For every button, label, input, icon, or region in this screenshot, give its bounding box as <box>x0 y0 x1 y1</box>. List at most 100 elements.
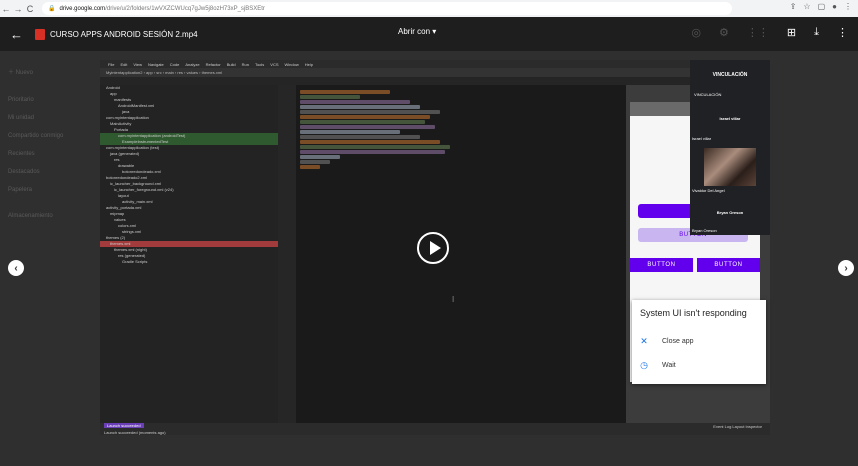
ghost-new-button: ＋ Nuevo <box>8 70 34 76</box>
ghost-item: Recientes <box>8 151 35 157</box>
code-line <box>300 145 450 149</box>
settings-icon: ⚙ <box>719 27 729 39</box>
close-icon: ✕ <box>640 336 648 346</box>
project-tree-item[interactable]: Gradle Scripts <box>100 259 278 265</box>
ghost-item: Compartido conmigo <box>8 133 64 139</box>
ide-editor-tabs <box>100 77 770 85</box>
profile-icon[interactable]: ● <box>832 2 837 11</box>
next-file-arrow[interactable]: › <box>838 260 854 276</box>
ide-menu-item: Run <box>241 61 249 67</box>
browser-actions: ⇪ ☆ ▢ ● ⋮ <box>790 2 852 11</box>
ide-menu-item: Code <box>169 61 180 67</box>
close-app-label: Close app <box>662 338 694 345</box>
ide-menu-item: Edit <box>120 61 128 67</box>
ide-menu-item: View <box>133 61 142 67</box>
lock-icon: 🔒 <box>48 6 56 12</box>
viewer-header: ← CURSO APPS ANDROID SESIÓN 2.mp4 Abrir … <box>0 17 858 51</box>
viewer-actions: ◎ ⚙ ⋮⋮ ⊞ ⤓ ⋮ <box>691 26 848 39</box>
close-app-option[interactable]: ✕ Close app <box>640 336 694 347</box>
participant-name: Israel villar <box>719 116 741 121</box>
dialog-title: System UI isn't responding <box>640 308 747 318</box>
code-line <box>300 95 360 99</box>
code-line <box>300 165 320 169</box>
ghost-new-label: Nuevo <box>15 70 34 76</box>
project-tree: Android app manifests AndroidManifest.xml ja… <box>100 85 278 425</box>
file-name: CURSO APPS ANDROID SESIÓN 2.mp4 <box>50 29 198 39</box>
code-editor <box>296 85 626 425</box>
launch-toast: Launch succeeded <box>104 423 144 428</box>
emulator-button-row: BUTTON BUTTON <box>630 258 760 272</box>
participant-label: Israel villar <box>692 136 712 141</box>
meet-title: VINCULACIÓN <box>712 72 748 78</box>
clock-icon: ◷ <box>640 360 648 370</box>
code-line <box>300 105 420 109</box>
ide-menu-item: Tools <box>254 61 265 67</box>
ghost-item: Prioritario <box>8 97 34 103</box>
code-line <box>300 125 435 129</box>
ide-menu-item: VCS <box>270 61 279 67</box>
reload-icon[interactable]: C <box>24 4 36 14</box>
status-message: Launch succeeded (moments ago) <box>104 430 166 435</box>
status-right: Event Log Layout Inspector <box>713 424 762 429</box>
url-host: drive.google.com <box>59 5 106 12</box>
ghost-item: Mi unidad <box>8 115 35 121</box>
wait-option[interactable]: ◷ Wait <box>640 360 676 371</box>
browser-toolbar: ← → C 🔒 drive.google.com /drive/u/2/fold… <box>0 0 858 17</box>
play-button[interactable] <box>417 232 449 264</box>
code-line <box>300 130 400 134</box>
code-line <box>300 100 410 104</box>
ide-menu-bar: File Edit View Navigate Code Analyze Ref… <box>100 60 770 68</box>
code-line <box>300 115 430 119</box>
address-bar[interactable]: 🔒 drive.google.com /drive/u/2/folders/1w… <box>42 2 732 15</box>
menu-icon[interactable]: ⋮ <box>844 2 852 11</box>
ide-menu-item: Navigate <box>147 61 164 67</box>
text-cursor-icon: I <box>452 295 455 304</box>
star-icon[interactable]: ☆ <box>803 2 810 11</box>
meet-header-label: VINCULACIÓN <box>694 92 722 97</box>
editor-gutter <box>278 85 296 425</box>
code-line <box>300 120 425 124</box>
participant-label: Bryan Oreson <box>692 228 717 233</box>
wait-label: Wait <box>662 362 676 369</box>
ghost-item: Destacados <box>8 169 40 175</box>
more-icon[interactable]: ⋮ <box>837 26 848 39</box>
participant-video <box>704 148 756 186</box>
forward-icon[interactable]: → <box>12 4 24 14</box>
ide-status-bar: Launch succeeded Launch succeeded (momen… <box>100 423 770 435</box>
code-line <box>300 160 330 164</box>
ghost-item: Almacenamiento <box>8 213 53 219</box>
emulator-button-3: BUTTON <box>630 258 693 272</box>
previous-file-arrow[interactable]: ‹ <box>8 260 24 276</box>
ide-menu-item: File <box>108 61 115 67</box>
code-line <box>300 140 440 144</box>
ide-menu-item: Analyze <box>185 61 200 67</box>
system-ui-anr-dialog: System UI isn't responding ✕ Close app ◷… <box>632 300 766 384</box>
back-icon[interactable]: ← <box>0 4 12 14</box>
ide-breadcrumb: Myintentapplication2 › app › src › main … <box>100 68 770 77</box>
ide-menu-item: Build <box>226 61 236 67</box>
ghost-item: Papelera <box>8 187 33 193</box>
code-line <box>300 155 340 159</box>
emulator-button-4: BUTTON <box>697 258 760 272</box>
ide-menu-item: Refactor <box>205 61 221 67</box>
add-to-drive-icon[interactable]: ⊞ <box>787 26 796 39</box>
url-path: /drive/u/2/folders/1wVXZCWUcq7gJw5j8ozH7… <box>105 5 265 12</box>
share-icon[interactable]: ⇪ <box>790 2 797 11</box>
apps-icon: ⋮⋮ <box>746 27 769 39</box>
participant-label: Vivaldor Del Angel <box>692 188 725 193</box>
ide-menu-item: Help <box>304 61 313 67</box>
screen: ← → C 🔒 drive.google.com /drive/u/2/fold… <box>0 0 858 466</box>
ide-menu-item: Window <box>284 61 299 67</box>
code-line <box>300 135 420 139</box>
participant-name: Bryan Oreson <box>716 210 744 215</box>
meet-participants-panel: VINCULACIÓN VINCULACIÓN Israel villar Is… <box>690 60 770 235</box>
code-line <box>300 110 440 114</box>
download-icon[interactable]: ⤓ <box>814 26 819 39</box>
extensions-icon[interactable]: ▢ <box>818 2 826 11</box>
open-with-label: Abrir con <box>398 27 431 36</box>
back-arrow-icon[interactable]: ← <box>10 27 23 42</box>
code-line <box>300 150 445 154</box>
open-with-button[interactable]: Abrir con ▾ <box>398 27 436 36</box>
code-line <box>300 90 390 94</box>
video-file-icon <box>35 28 45 40</box>
